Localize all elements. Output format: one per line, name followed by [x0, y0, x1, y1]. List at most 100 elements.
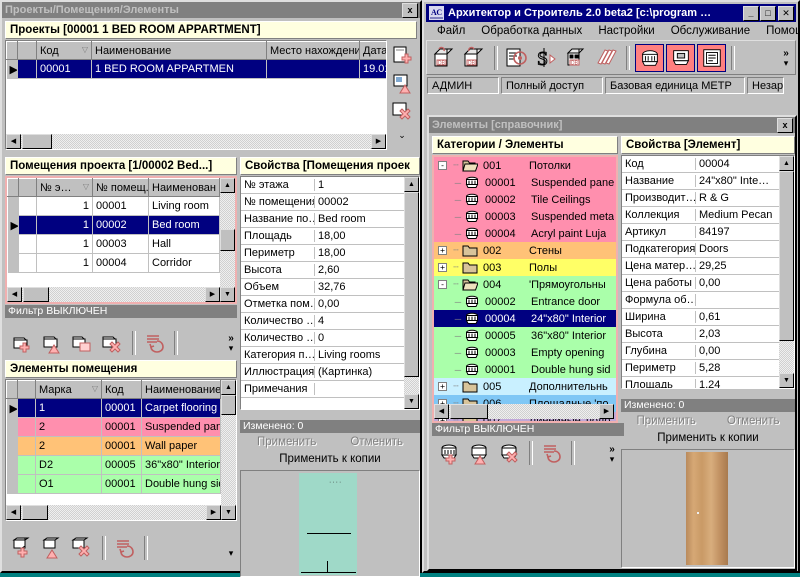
room-property-row[interactable]: Количество …4 [241, 313, 404, 330]
element-property-row[interactable]: Высота2,03 [622, 326, 779, 343]
element-property-value[interactable]: 0,00 [696, 345, 779, 357]
element-property-value[interactable]: Medium Pecan [696, 209, 779, 221]
elements-toolbar-overflow[interactable]: ▾ [222, 540, 240, 557]
element-property-value[interactable]: 2,03 [696, 328, 779, 340]
element-property-value[interactable]: Doors [696, 243, 779, 255]
projects-ref-icon[interactable] [697, 44, 726, 72]
element-property-row[interactable]: Название24"x80" Inte… [622, 173, 779, 190]
col-mark[interactable]: Марка▽ [36, 381, 102, 399]
tree-category-row[interactable]: -┄004'Прямоугольны [434, 276, 616, 293]
tree-element-row[interactable]: ─00001Suspended pane [434, 174, 616, 191]
elements-ref-icon[interactable] [635, 44, 664, 72]
element-property-row[interactable]: Цена матер…29,25 [622, 258, 779, 275]
room-property-value[interactable]: Bed room [315, 213, 404, 225]
db-open-icon[interactable]: DB [430, 44, 460, 72]
table-row[interactable]: O1 00001 Double hung side lo [7, 475, 221, 494]
app-toolbar-overflow[interactable]: » ▾ [777, 48, 795, 68]
hscroll-thumb[interactable] [23, 287, 49, 302]
delete-record-icon[interactable] [387, 98, 417, 126]
room-property-row[interactable]: № помещения00002 [241, 194, 404, 211]
scroll-down-icon[interactable]: ⌄ [398, 130, 406, 141]
rooms-vscrollbar[interactable]: ▲ ▼ [220, 178, 235, 302]
table-row[interactable]: 2 00001 Wall paper [7, 437, 221, 456]
edit-record-icon[interactable] [387, 70, 417, 98]
room-property-value[interactable]: 18,00 [315, 230, 404, 242]
room-property-value[interactable]: 18,00 [315, 247, 404, 259]
element-property-value[interactable]: 1,24 [696, 379, 779, 388]
rooms-toolbar-overflow[interactable]: » ▾ [222, 334, 240, 352]
hscroll-thumb[interactable] [22, 505, 48, 520]
menu-data-processing[interactable]: Обработка данных [473, 24, 590, 38]
rooms-grid[interactable]: № э…▽ № помещ. Наименован 1 00001 Living… [5, 176, 237, 304]
refresh-icon[interactable] [110, 534, 140, 562]
tree-element-row[interactable]: ─00004Acryl paint Luja [434, 225, 616, 242]
scroll-left-icon[interactable]: ◀ [7, 287, 22, 302]
close-icon[interactable]: x [777, 118, 793, 133]
db-object-icon[interactable]: DB [562, 44, 592, 72]
element-property-row[interactable]: Периметр5,28 [622, 360, 779, 377]
delete-element-icon[interactable] [68, 534, 98, 562]
table-row[interactable]: D2 00005 36"x80" Interior Do [7, 456, 221, 475]
menu-settings[interactable]: Настройки [590, 24, 662, 38]
add-element-icon[interactable] [8, 534, 38, 562]
add-element-icon[interactable] [435, 439, 465, 467]
left-window-titlebar[interactable]: Проекты/Помещения/Элементы x [2, 2, 420, 18]
table-row[interactable]: 1 00001 Living room [8, 197, 220, 216]
room-property-value[interactable]: 4 [315, 315, 404, 327]
element-property-row[interactable]: Ширина0,61 [622, 309, 779, 326]
table-row[interactable]: ▶ 1 00001 Carpet flooring [7, 399, 221, 418]
element-property-value[interactable]: 29,25 [696, 260, 779, 272]
scroll-right-icon[interactable]: ▶ [599, 404, 614, 419]
categories-tree[interactable]: -┄001Потолки─00001Suspended pane─00002Ti… [432, 155, 618, 423]
apply-to-copy-button[interactable]: Применить к копии [621, 430, 795, 447]
hscroll-thumb[interactable] [450, 404, 488, 419]
element-property-row[interactable]: Формула об… [622, 292, 779, 309]
tree-category-row[interactable]: -┄001Потолки [434, 157, 616, 174]
tree-hscrollbar[interactable]: ◀ ▶ [434, 404, 614, 419]
element-property-value[interactable]: 0,00 [696, 277, 779, 289]
table-row[interactable]: 1 00003 Hall [8, 235, 220, 254]
col-floor[interactable]: № э…▽ [37, 179, 93, 197]
room-property-row[interactable]: Примечания [241, 381, 404, 398]
tree-element-row[interactable]: ─00001Double hung sid [434, 361, 616, 378]
scroll-down-icon[interactable]: ▼ [404, 394, 419, 409]
scroll-down-icon[interactable]: ▼ [779, 373, 794, 388]
edit-element-icon[interactable] [38, 534, 68, 562]
room-properties-list[interactable]: № этажа1№ помещения00002Название по…Bed … [240, 176, 420, 410]
cancel-button[interactable]: Отменить [727, 415, 780, 427]
room-property-row[interactable]: Периметр18,00 [241, 245, 404, 262]
table-row[interactable]: 1 00004 Corridor [8, 254, 220, 273]
collapse-icon[interactable]: - [438, 161, 447, 170]
room-property-value[interactable]: 0 [315, 332, 404, 344]
element-property-value[interactable]: R & G [696, 192, 779, 204]
maximize-icon[interactable]: □ [760, 6, 776, 21]
db-save-icon[interactable]: DB [460, 44, 490, 72]
tree-category-row[interactable]: +┄003Полы [434, 259, 616, 276]
resize-grip-icon[interactable] [786, 77, 796, 94]
tree-element-row[interactable]: ─0000424"x80" Interior [434, 310, 616, 327]
add-record-icon[interactable] [387, 42, 417, 70]
scroll-down-icon[interactable]: ▼ [220, 287, 235, 302]
room-property-value[interactable]: 2,60 [315, 264, 404, 276]
table-row[interactable]: ▶ 1 00002 Bed room [8, 216, 220, 235]
element-property-value[interactable]: 24"x80" Inte… [696, 175, 779, 187]
copy-room-icon[interactable] [68, 329, 98, 357]
element-property-row[interactable]: ПодкатегорияDoors [622, 241, 779, 258]
element-property-value[interactable]: 0,61 [696, 311, 779, 323]
delete-element-icon[interactable] [495, 439, 525, 467]
table-row[interactable]: 2 00001 Suspended panel [7, 418, 221, 437]
collapse-icon[interactable]: - [438, 280, 447, 289]
rooms-hscrollbar[interactable]: ◀ ▶ [7, 287, 220, 302]
apply-button[interactable]: Применить [257, 436, 316, 448]
table-row[interactable]: ▶ 00001 1 BED ROOM APPARTMEN 19.01.05 [7, 60, 388, 79]
scroll-right-icon[interactable]: ▶ [205, 287, 220, 302]
tree-element-row[interactable]: ─00002Entrance door [434, 293, 616, 310]
col-code[interactable]: Код▽ [37, 42, 92, 60]
elements-vscrollbar[interactable]: ▲ ▼ [221, 380, 236, 520]
element-property-row[interactable]: Площадь1,24 [622, 377, 779, 388]
apply-to-copy-button[interactable]: Применить к копии [240, 451, 420, 468]
room-property-row[interactable]: № этажа1 [241, 177, 404, 194]
element-property-value[interactable]: 5,28 [696, 362, 779, 374]
room-property-value[interactable]: 00002 [315, 196, 404, 208]
app-titlebar[interactable]: АС Архитектор и Строитель 2.0 beta2 [c:\… [426, 4, 796, 22]
